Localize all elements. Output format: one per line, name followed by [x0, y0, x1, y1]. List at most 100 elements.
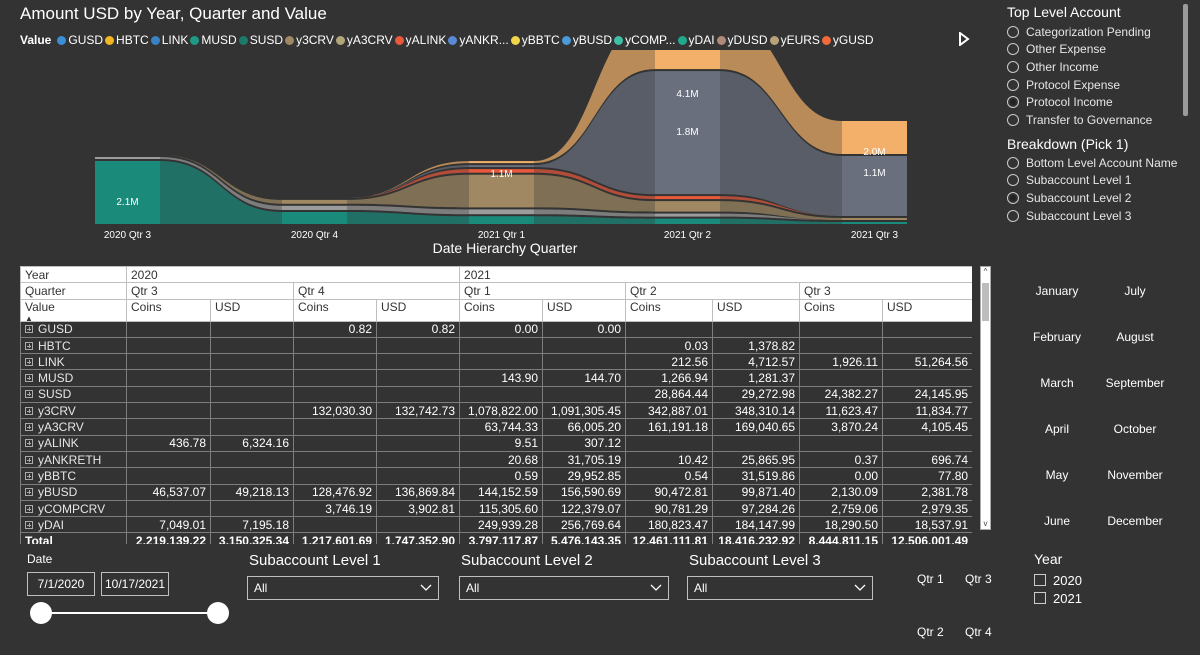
- header-usd[interactable]: USD: [542, 298, 627, 322]
- row-header[interactable]: HBTC: [20, 336, 127, 355]
- header-coins[interactable]: Coins: [126, 298, 211, 322]
- radio-icon[interactable]: [1007, 25, 1019, 38]
- row-header[interactable]: yANKRETH: [20, 450, 127, 469]
- legend-item[interactable]: yGUSD: [821, 33, 874, 47]
- row-header[interactable]: y3CRV: [20, 402, 127, 420]
- subaccount-level-2-dropdown[interactable]: All: [459, 576, 669, 600]
- row-header[interactable]: yALINK: [20, 434, 127, 452]
- radio-option[interactable]: Subaccount Level 3: [1007, 207, 1177, 225]
- expand-icon[interactable]: [25, 504, 33, 513]
- legend-item[interactable]: MUSD: [190, 33, 237, 47]
- month-tile[interactable]: February: [1022, 330, 1092, 344]
- column-segment-yDAI[interactable]: [469, 216, 534, 224]
- legend-item[interactable]: LINK: [150, 33, 188, 47]
- radio-option[interactable]: Protocol Income: [1007, 93, 1152, 111]
- expand-icon[interactable]: [25, 390, 33, 399]
- row-header[interactable]: yBBTC: [20, 467, 127, 485]
- expand-icon[interactable]: [25, 374, 33, 383]
- date-start-input[interactable]: 7/1/2020: [27, 572, 95, 596]
- ribbon-chart[interactable]: 2.1M1.1M4.1M1.8M2.0M1.1M 2020 Qtr 3 2020 …: [0, 50, 990, 240]
- header-q3-2021[interactable]: Qtr 3: [799, 282, 972, 300]
- column-segment-yCOMPCRV[interactable]: [655, 196, 720, 200]
- quarter-tile-qtr-2[interactable]: Qtr 2: [917, 625, 944, 639]
- expand-icon[interactable]: [25, 488, 33, 497]
- subaccount-level-3-dropdown[interactable]: All: [687, 576, 873, 600]
- row-header[interactable]: yCOMPCRV: [20, 499, 127, 518]
- legend-item[interactable]: yCOMP...: [614, 33, 676, 47]
- header-q1-2021[interactable]: Qtr 1: [459, 282, 627, 300]
- month-tile[interactable]: October: [1100, 422, 1170, 436]
- column-segment-GUSD[interactable]: [469, 165, 534, 168]
- header-q2-2021[interactable]: Qtr 2: [625, 282, 801, 300]
- radio-selected-icon[interactable]: [1007, 96, 1019, 109]
- radio-option[interactable]: Other Income: [1007, 58, 1152, 76]
- row-header[interactable]: yBUSD: [20, 483, 127, 501]
- expand-icon[interactable]: [25, 439, 33, 448]
- date-end-input[interactable]: 10/17/2021: [101, 572, 169, 596]
- column-segment-y3CRV[interactable]: [842, 218, 907, 220]
- header-year-2020[interactable]: 2020: [125, 266, 461, 284]
- column-segment-yBUSD[interactable]: [282, 205, 347, 210]
- date-slider-end-handle[interactable]: [207, 602, 229, 624]
- scroll-up-icon[interactable]: ^: [981, 267, 990, 277]
- radio-icon[interactable]: [1007, 78, 1019, 91]
- row-header[interactable]: yDAI: [20, 516, 127, 534]
- legend-item[interactable]: HBTC: [105, 33, 149, 47]
- header-usd[interactable]: USD: [712, 298, 801, 322]
- radio-option[interactable]: Other Expense: [1007, 41, 1152, 59]
- column-segment-HBTC[interactable]: [469, 161, 534, 164]
- legend-item[interactable]: SUSD: [238, 33, 283, 47]
- expand-icon[interactable]: [25, 455, 33, 464]
- month-tile[interactable]: July: [1100, 284, 1170, 298]
- expand-icon[interactable]: [25, 520, 33, 529]
- row-header[interactable]: MUSD: [20, 369, 127, 387]
- header-year-2021[interactable]: 2021: [459, 266, 972, 284]
- ribbon-yDAI[interactable]: [534, 216, 655, 224]
- legend-item[interactable]: yDAI: [677, 33, 715, 47]
- month-tile[interactable]: May: [1022, 468, 1092, 482]
- legend-item[interactable]: GUSD: [57, 33, 103, 47]
- row-header[interactable]: yA3CRV: [20, 418, 127, 436]
- header-coins[interactable]: Coins: [799, 298, 884, 322]
- radio-icon[interactable]: [1007, 43, 1019, 56]
- expand-icon[interactable]: [25, 406, 33, 415]
- column-segment-yDAI[interactable]: [842, 222, 907, 224]
- month-tile[interactable]: August: [1100, 330, 1170, 344]
- radio-option[interactable]: Categorization Pending: [1007, 23, 1152, 41]
- row-header[interactable]: SUSD: [20, 385, 127, 404]
- month-tile[interactable]: December: [1100, 514, 1170, 528]
- header-coins[interactable]: Coins: [459, 298, 544, 322]
- column-segment-HBTC[interactable]: [655, 50, 720, 70]
- month-tile[interactable]: September: [1100, 376, 1170, 390]
- matrix-scroll-thumb[interactable]: [982, 283, 989, 321]
- legend-next-play-icon[interactable]: [958, 32, 970, 46]
- checkbox[interactable]: [1034, 592, 1046, 604]
- column-segment-y3CRV[interactable]: [655, 201, 720, 212]
- column-segment-GUSD[interactable]: [842, 156, 907, 216]
- row-header[interactable]: Total: [20, 532, 127, 544]
- year-option-2021[interactable]: 2021: [1034, 589, 1082, 607]
- row-header[interactable]: GUSD: [20, 320, 127, 338]
- subaccount-level-1-dropdown[interactable]: All: [247, 576, 439, 600]
- header-q4-2020[interactable]: Qtr 4: [292, 282, 461, 300]
- expand-icon[interactable]: [25, 471, 33, 480]
- radio-icon[interactable]: [1007, 174, 1019, 187]
- month-tile[interactable]: April: [1022, 422, 1092, 436]
- column-segment-yBUSD[interactable]: [95, 157, 160, 159]
- radio-selected-icon[interactable]: [1007, 191, 1019, 204]
- radio-option[interactable]: Bottom Level Account Name: [1007, 154, 1177, 172]
- row-header[interactable]: LINK: [20, 353, 127, 371]
- radio-icon[interactable]: [1007, 156, 1019, 169]
- legend-item[interactable]: yALINK: [394, 33, 446, 47]
- quarter-tile-qtr-3[interactable]: Qtr 3: [965, 572, 992, 586]
- date-slider-track[interactable]: [40, 612, 218, 614]
- radio-option[interactable]: Transfer to Governance: [1007, 111, 1152, 129]
- ribbon-yDAI[interactable]: [160, 161, 282, 224]
- month-tile[interactable]: November: [1100, 468, 1170, 482]
- expand-icon[interactable]: [25, 341, 33, 350]
- month-tile[interactable]: June: [1022, 514, 1092, 528]
- header-usd[interactable]: USD: [375, 298, 461, 322]
- year-option-2020[interactable]: 2020: [1034, 571, 1082, 589]
- column-segment-yDAI[interactable]: [95, 161, 160, 224]
- month-tile[interactable]: January: [1022, 284, 1092, 298]
